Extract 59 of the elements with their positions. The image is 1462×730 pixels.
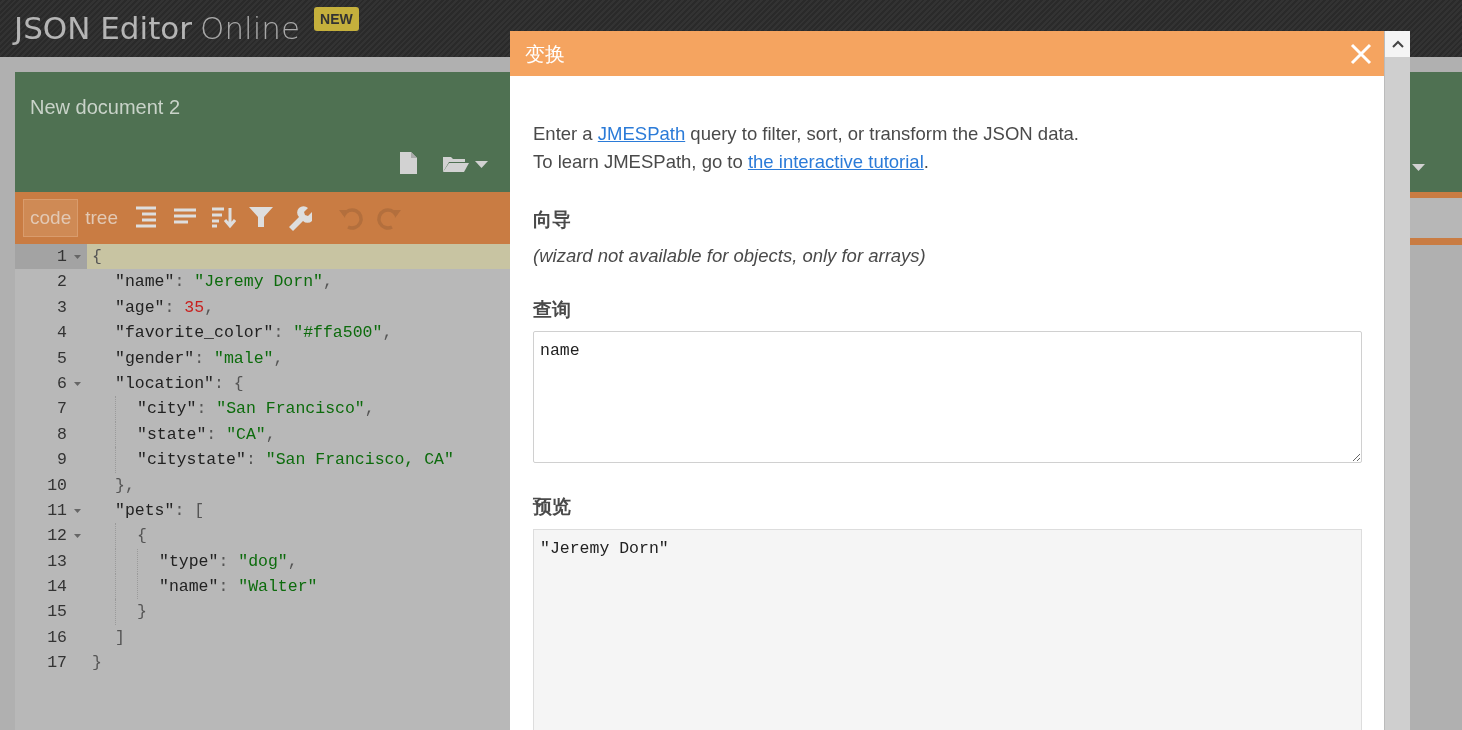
section-heading: 向导 bbox=[533, 208, 572, 232]
intro-text: Enter a JMESPath query to filter, sort, or transform the JSON data. bbox=[533, 122, 1080, 146]
app-logo-title: JSON Editor bbox=[14, 9, 192, 48]
code-line: } bbox=[137, 601, 147, 624]
code-line: { bbox=[137, 525, 147, 548]
new-document-icon[interactable] bbox=[400, 152, 417, 174]
code-line: { bbox=[92, 246, 102, 268]
line-number: 14 bbox=[46, 576, 68, 599]
code-line: "city": "San Francisco", bbox=[137, 398, 375, 421]
code-line: "state": "CA", bbox=[137, 423, 276, 446]
line-number: 5 bbox=[56, 347, 68, 370]
line-number: 16 bbox=[46, 626, 68, 649]
query-field[interactable]: name bbox=[533, 331, 1362, 464]
line-number: 3 bbox=[56, 296, 68, 319]
line-number: 8 bbox=[56, 423, 68, 446]
fold-toggle-icon[interactable] bbox=[74, 508, 81, 513]
line-number: 13 bbox=[46, 550, 68, 573]
dialog-title: 变换 bbox=[525, 41, 565, 67]
line-number: 9 bbox=[56, 449, 68, 472]
section-heading: 查询 bbox=[533, 297, 572, 322]
line-number: 12 bbox=[15, 523, 87, 549]
line-number: 17 bbox=[46, 652, 68, 675]
code-line: "pets": [ bbox=[115, 499, 205, 522]
app-logo-subtitle: Online bbox=[200, 9, 300, 48]
new-badge: NEW bbox=[314, 7, 359, 31]
link[interactable]: the interactive tutorial bbox=[747, 151, 924, 172]
code-line: "gender": "male", bbox=[115, 347, 284, 370]
line-number: 15 bbox=[46, 601, 68, 624]
code-line: ] bbox=[115, 626, 125, 649]
code-line: "citystate": "San Francisco, CA" bbox=[137, 449, 454, 472]
line-number: 10 bbox=[46, 474, 68, 497]
line-number: 11 bbox=[15, 497, 87, 524]
fold-toggle-icon[interactable] bbox=[74, 381, 81, 386]
preview-output: "Jeremy Dorn" bbox=[533, 529, 1362, 730]
fold-toggle-icon[interactable] bbox=[74, 534, 81, 539]
code-line: "name": "Walter" bbox=[159, 576, 318, 599]
code-line: "type": "dog", bbox=[159, 550, 298, 573]
code-line: "location": { bbox=[115, 372, 244, 395]
chevron-up-icon bbox=[1391, 40, 1404, 48]
line-number: 7 bbox=[56, 398, 68, 421]
scroll-up-button[interactable] bbox=[1385, 31, 1410, 57]
sort-icon[interactable] bbox=[209, 205, 236, 231]
section-heading: 预览 bbox=[533, 495, 572, 520]
line-number: 6 bbox=[15, 370, 87, 397]
line-number: 2 bbox=[56, 271, 68, 294]
scrollbar[interactable] bbox=[1384, 31, 1410, 730]
code-line: } bbox=[92, 652, 102, 675]
code-line: "favorite_color": "#ffa500", bbox=[115, 322, 393, 345]
folder-dropdown-icon[interactable] bbox=[443, 154, 489, 172]
fold-toggle-icon[interactable] bbox=[74, 255, 81, 259]
line-number: 1 bbox=[15, 244, 87, 270]
wizard-note: (wizard not available for objects, only for arrays) bbox=[533, 243, 927, 268]
code-line: "age": 35, bbox=[115, 296, 215, 319]
link[interactable]: JMESPath bbox=[597, 123, 686, 144]
code-line: }, bbox=[115, 474, 135, 497]
close-button[interactable] bbox=[1350, 42, 1372, 65]
intro-text: To learn JMESPath, go to the interactive tutorial. bbox=[533, 150, 930, 174]
line-number: 4 bbox=[56, 322, 68, 345]
code-line: "name": "Jeremy Dorn", bbox=[115, 271, 333, 294]
